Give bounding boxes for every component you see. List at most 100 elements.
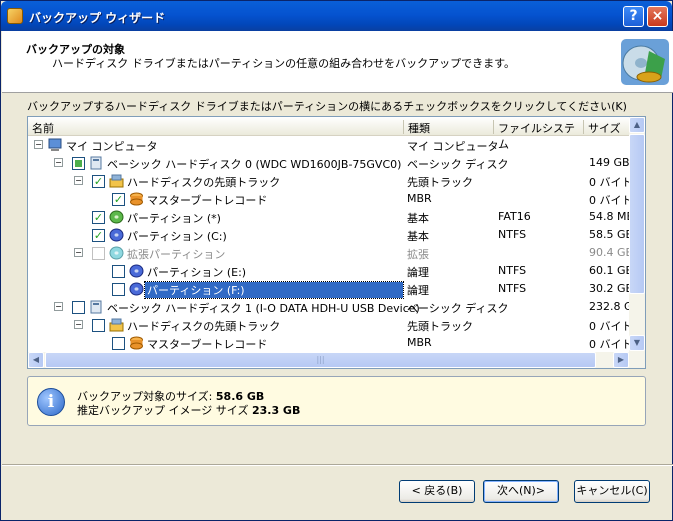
vertical-scrollbar[interactable]: ▲ ▼ (629, 117, 645, 352)
info-panel: i バックアップ対象のサイズ: 58.6 GB 推定バックアップ イメージ サイ… (27, 376, 646, 426)
tree-row-mbr[interactable]: ✓ マスターブートレコード MBR 0 バイト (28, 190, 629, 208)
row-type: 基本 (407, 212, 429, 225)
tree-row-first-track-2[interactable]: − ハードディスクの先頭トラック 先頭トラック 0 バイト (28, 316, 629, 334)
checkbox-unchecked[interactable] (112, 337, 125, 350)
checkbox-checked[interactable]: ✓ (92, 229, 105, 242)
horizontal-scrollbar[interactable]: ◀ ||| ▶ (28, 352, 645, 368)
row-type: 拡張 (407, 248, 429, 261)
row-name: 拡張パーティション (127, 248, 226, 261)
row-filesystem: FAT16 (498, 210, 531, 223)
checkbox-checked[interactable]: ✓ (92, 175, 105, 188)
checkbox-unchecked[interactable] (112, 265, 125, 278)
horizontal-scroll-thumb[interactable]: ||| (45, 352, 596, 368)
row-name: マスターブートレコード (147, 338, 268, 351)
row-type: マイ コンピュータ (407, 140, 499, 153)
disk-tree[interactable]: 名前 種類 ファイルシステム サイズ − マイ コンピュータ マイ コンピュータ… (27, 116, 646, 369)
row-size: 149 GB (589, 156, 629, 169)
column-header: 名前 種類 ファイルシステム サイズ (28, 117, 645, 151)
checkbox-unchecked[interactable] (92, 319, 105, 332)
row-size: 58.5 GB (589, 228, 629, 241)
tree-row-first-track[interactable]: − ✓ ハードディスクの先頭トラック 先頭トラック 0 バイト (28, 172, 629, 190)
row-type: 基本 (407, 230, 429, 243)
cancel-button[interactable]: キャンセル(C) (574, 480, 650, 503)
partition-icon (109, 210, 124, 224)
row-name: マスターブートレコード (147, 194, 268, 207)
row-name: パーティション (E:) (147, 266, 247, 279)
track-icon (109, 174, 124, 188)
row-filesystem: NTFS (498, 282, 527, 295)
row-size: 232.8 GB (589, 300, 629, 313)
tree-row-mbr-2[interactable]: マスターブートレコード MBR 0 バイト (28, 334, 629, 352)
backup-disk-icon (621, 39, 669, 85)
row-type: 先頭トラック (407, 320, 473, 333)
page-subtitle: ハードディスク ドライブまたはパーティションの任意の組み合わせをバックアップでき… (52, 57, 515, 70)
computer-icon (48, 138, 62, 151)
checkbox-checked[interactable]: ✓ (92, 211, 105, 224)
divider (2, 464, 673, 466)
partition-icon (109, 228, 124, 242)
checkbox-unchecked[interactable] (72, 301, 85, 314)
collapse-icon[interactable]: − (74, 320, 83, 329)
scroll-right-icon[interactable]: ▶ (613, 352, 629, 368)
col-filesystem[interactable]: ファイルシステム (494, 120, 584, 151)
collapse-icon[interactable]: − (54, 302, 63, 311)
image-size-label: 推定バックアップ イメージ サイズ (77, 404, 249, 417)
checkbox-checked[interactable]: ✓ (112, 193, 125, 206)
col-size[interactable]: サイズ (584, 120, 630, 135)
vertical-scroll-thumb[interactable] (629, 134, 645, 294)
row-type: 論理 (407, 284, 429, 297)
close-button[interactable]: × (647, 6, 668, 27)
tree-row-extended[interactable]: − 拡張パーティション 拡張 90.4 GB (28, 244, 629, 262)
tree-row-partition-e[interactable]: パーティション (E:) 論理 NTFS 60.1 GB (28, 262, 629, 280)
scroll-down-icon[interactable]: ▼ (629, 335, 645, 351)
next-button[interactable]: 次へ(N)> (483, 480, 559, 503)
collapse-icon[interactable]: − (34, 140, 43, 149)
row-size: 54.8 MB (589, 210, 629, 223)
col-type[interactable]: 種類 (404, 120, 494, 135)
app-icon (7, 8, 23, 24)
checkbox-disabled[interactable] (92, 247, 105, 260)
collapse-icon[interactable]: − (74, 248, 83, 257)
tree-row-disk-1[interactable]: − ベーシック ハードディスク 1 (I-O DATA HDH-U USB De… (28, 298, 629, 316)
scroll-up-icon[interactable]: ▲ (629, 117, 645, 133)
tree-row-partition-c[interactable]: ✓ パーティション (C:) 基本 NTFS 58.5 GB (28, 226, 629, 244)
row-size: 60.1 GB (589, 264, 629, 277)
row-size: 30.2 GB (589, 282, 629, 295)
row-name: パーティション (C:) (127, 230, 227, 243)
info-icon: i (37, 388, 65, 416)
row-name: ベーシック ハードディスク 1 (I-O DATA HDH-U USB Devi… (107, 302, 420, 315)
wizard-header: バックアップの対象 ハードディスク ドライブまたはパーティションの任意の組み合わ… (2, 31, 673, 93)
collapse-icon[interactable]: − (74, 176, 83, 185)
instruction-label: バックアップするハードディスク ドライブまたはパーティションの横にあるチェックボ… (27, 100, 627, 113)
row-name: パーティション (F:) (144, 281, 404, 299)
partition-icon (129, 264, 144, 278)
col-name[interactable]: 名前 (28, 120, 404, 135)
tree-row-partition-f[interactable]: パーティション (F:) 論理 NTFS 30.2 GB (28, 280, 629, 299)
tree-row-my-computer[interactable]: − マイ コンピュータ マイ コンピュータ (28, 136, 629, 154)
tree-row-partition-star[interactable]: ✓ パーティション (*) 基本 FAT16 54.8 MB (28, 208, 629, 226)
partition-icon (129, 282, 144, 296)
row-size: 90.4 GB (589, 246, 629, 259)
checkbox-partial[interactable] (72, 157, 85, 170)
collapse-icon[interactable]: − (54, 158, 63, 167)
help-button[interactable]: ? (623, 6, 644, 27)
row-type: ベーシック ディスク (407, 302, 509, 315)
back-button[interactable]: < 戻る(B) (399, 480, 475, 503)
extended-partition-icon (109, 246, 124, 260)
row-filesystem: NTFS (498, 228, 527, 241)
scroll-left-icon[interactable]: ◀ (28, 352, 44, 368)
hard-disk-icon (90, 156, 102, 170)
checkbox-unchecked[interactable] (112, 283, 125, 296)
mbr-icon (130, 336, 143, 350)
track-icon (109, 318, 124, 332)
row-name: マイ コンピュータ (66, 140, 158, 153)
row-filesystem: NTFS (498, 264, 527, 277)
image-size-value: 23.3 GB (251, 404, 301, 417)
row-size: 0 バイト (589, 338, 629, 351)
row-type: 先頭トラック (407, 176, 473, 189)
row-type: MBR (407, 336, 432, 349)
row-type: 論理 (407, 266, 429, 279)
tree-row-disk-0[interactable]: − ベーシック ハードディスク 0 (WDC WD1600JB-75GVC0) … (28, 154, 629, 172)
title-bar: バックアップ ウィザード ? × (1, 1, 672, 31)
row-name: パーティション (*) (127, 212, 221, 225)
